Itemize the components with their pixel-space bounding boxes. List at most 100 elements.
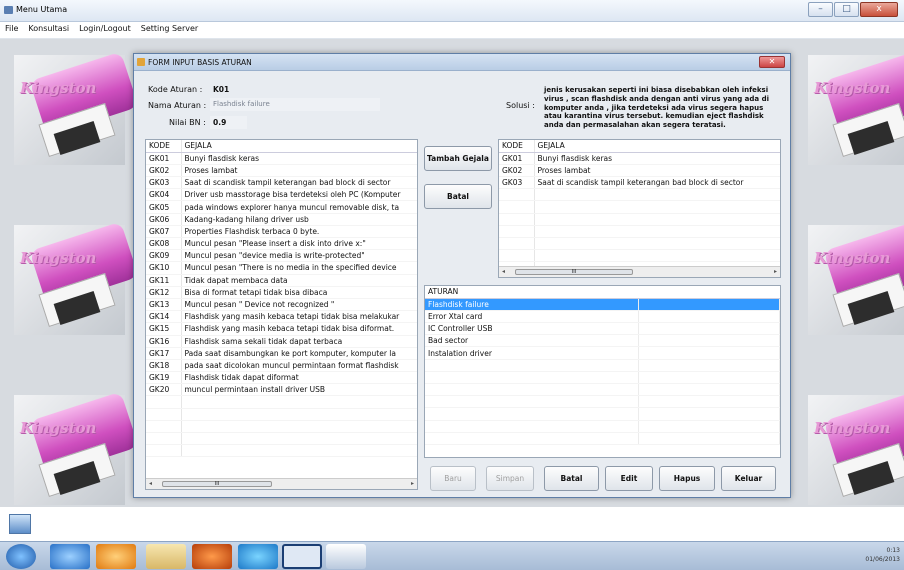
vb-app-icon[interactable] (326, 544, 366, 569)
cell-kode[interactable]: GK01 (146, 152, 182, 165)
cell-gejala[interactable]: muncul permintaan install driver USB (181, 383, 417, 397)
cell-kode[interactable]: GK03 (146, 176, 182, 190)
close-button[interactable]: x (860, 2, 898, 17)
grid-header-kode[interactable]: KODE (499, 140, 535, 153)
folder-icon[interactable] (146, 544, 186, 569)
cell-aturan[interactable]: Instalation driver (425, 346, 639, 360)
cell-gejala[interactable]: Muncul pesan " Device not recognized " (181, 298, 417, 312)
cell-gejala[interactable]: Saat di scandisk tampil keterangan bad b… (534, 176, 780, 190)
cell-gejala[interactable]: Flashdisk yang masih kebaca tetapi tidak… (181, 322, 417, 336)
cell-gejala[interactable]: Proses lambat (181, 164, 417, 178)
tambah-gejala-button[interactable]: Tambah Gejala (424, 146, 492, 171)
table-row[interactable]: Flashdisk failure (425, 298, 780, 311)
table-row[interactable]: GK01 Bunyi flasdisk keras (146, 152, 417, 165)
cell-kode[interactable]: GK16 (146, 335, 182, 348)
minimize-button[interactable]: – (808, 2, 833, 17)
table-row[interactable]: GK02 Proses lambat (499, 164, 780, 178)
cell-gejala[interactable]: Saat di scandisk tampil keterangan bad b… (181, 176, 417, 190)
cell-kode[interactable]: GK20 (146, 383, 182, 397)
cell-gejala[interactable]: Muncul pesan "There is no media in the s… (181, 261, 417, 275)
cell-kode[interactable]: GK15 (146, 322, 182, 336)
table-row[interactable]: GK08 Muncul pesan "Please insert a disk i… (146, 237, 417, 251)
gejala-hscroll[interactable]: ◂ III ▸ (146, 478, 417, 489)
grid-header-aturan[interactable]: ATURAN (425, 286, 639, 299)
cell-gejala[interactable]: Muncul pesan "Please insert a disk into … (181, 237, 417, 251)
cell-gejala[interactable]: Tidak dapat membaca data (181, 274, 417, 287)
gejala-grid[interactable]: KODE GEJALA GK01 Bunyi flasdisk keras GK02 P… (145, 139, 418, 490)
cell-kode[interactable]: GK10 (146, 261, 182, 275)
table-row[interactable]: GK12 Bisa di format tetapi tidak bisa dib… (146, 286, 417, 299)
cell-aturan[interactable]: Flashdisk failure (425, 298, 639, 311)
cell-gejala[interactable]: Proses lambat (534, 164, 780, 178)
maximize-button[interactable]: □ (834, 2, 859, 17)
cell-kode[interactable]: GK02 (146, 164, 182, 178)
grid-header-gejala[interactable]: GEJALA (534, 140, 780, 153)
cell-gejala[interactable]: Bunyi flasdisk keras (534, 152, 780, 165)
table-row[interactable]: GK03 Saat di scandisk tampil keterangan b… (146, 176, 417, 190)
edit-button[interactable]: Edit (605, 466, 653, 491)
table-row[interactable]: GK02 Proses lambat (146, 164, 417, 178)
cell-kode[interactable]: GK08 (146, 237, 182, 251)
table-row[interactable]: GK18 pada saat dicolokan muncul permintaa… (146, 359, 417, 373)
menu-login-logout[interactable]: Login/Logout (74, 22, 136, 33)
selected-gejala-grid[interactable]: KODE GEJALA GK01 Bunyi flasdisk keras GK02 P… (498, 139, 781, 278)
menu-file[interactable]: File (0, 22, 23, 33)
table-row[interactable]: GK05 pada windows explorer hanya muncul r… (146, 200, 417, 214)
table-row[interactable]: GK15 Flashdisk yang masih kebaca tetapi t… (146, 322, 417, 336)
cell-kode[interactable]: GK07 (146, 225, 182, 239)
cell-gejala[interactable]: Properties Flashdisk terbaca 0 byte. (181, 225, 417, 239)
cell-aturan[interactable]: IC Controller USB (425, 322, 639, 336)
table-row[interactable]: GK03 Saat di scandisk tampil keterangan b… (499, 176, 780, 190)
aturan-grid[interactable]: ATURAN Flashdisk failure Error Xtal card I… (424, 285, 781, 458)
cell-kode[interactable]: GK09 (146, 249, 182, 263)
cell-gejala[interactable]: Muncul pesan "device media is write-prot… (181, 249, 417, 263)
cell-kode[interactable]: GK12 (146, 286, 182, 299)
grid-header-kode[interactable]: KODE (146, 140, 182, 153)
cell-kode[interactable]: GK19 (146, 371, 182, 385)
menu-setting-server[interactable]: Setting Server (136, 22, 203, 33)
scroll-thumb[interactable]: III (162, 481, 272, 487)
cell-kode[interactable]: GK18 (146, 359, 182, 373)
hapus-button[interactable]: Hapus (659, 466, 715, 491)
batal-button[interactable]: Batal (544, 466, 599, 491)
keluar-button[interactable]: Keluar (721, 466, 776, 491)
cell-gejala[interactable]: Pada saat disambungkan ke port komputer,… (181, 347, 417, 360)
table-row[interactable]: GK16 Flashdisk sama sekali tidak dapat te… (146, 335, 417, 348)
scroll-thumb[interactable]: III (515, 269, 633, 275)
ie-icon[interactable] (50, 544, 90, 569)
nilai-bn-field[interactable]: 0.9 (210, 116, 247, 129)
cell-gejala[interactable]: Kadang-kadang hilang driver usb (181, 213, 417, 226)
selected-hscroll[interactable]: ◂ III ▸ (499, 266, 780, 277)
cell-kode[interactable]: GK14 (146, 310, 182, 324)
cell-gejala[interactable]: pada saat dicolokan muncul permintaan fo… (181, 359, 417, 373)
cell-kode[interactable]: GK04 (146, 188, 182, 202)
cell-kode[interactable]: GK03 (499, 176, 535, 190)
simpan-button[interactable]: Simpan (486, 466, 534, 491)
table-row[interactable]: IC Controller USB (425, 322, 780, 336)
cell-gejala[interactable]: Flashdisk sama sekali tidak dapat terbac… (181, 335, 417, 348)
table-row[interactable]: GK11 Tidak dapat membaca data (146, 274, 417, 287)
table-row[interactable]: GK14 Flashdisk yang masih kebaca tetapi t… (146, 310, 417, 324)
table-row[interactable]: GK17 Pada saat disambungkan ke port kompu… (146, 347, 417, 360)
table-row[interactable]: GK06 Kadang-kadang hilang driver usb (146, 213, 417, 226)
cell-gejala[interactable]: Flashdisk yang masih kebaca tetapi tidak… (181, 310, 417, 324)
table-row[interactable]: GK13 Muncul pesan " Device not recognized… (146, 298, 417, 312)
skype-icon[interactable] (238, 544, 278, 569)
firefox-icon[interactable] (192, 544, 232, 569)
table-row[interactable]: Bad sector (425, 334, 780, 348)
cell-gejala[interactable]: Driver usb masstorage bisa terdeteksi ol… (181, 188, 417, 202)
baru-button[interactable]: Baru (430, 466, 476, 491)
table-row[interactable]: GK07 Properties Flashdisk terbaca 0 byte. (146, 225, 417, 239)
cell-kode[interactable]: GK02 (499, 164, 535, 178)
cell-kode[interactable]: GK13 (146, 298, 182, 312)
table-row[interactable]: GK09 Muncul pesan "device media is write-… (146, 249, 417, 263)
cell-kode[interactable]: GK11 (146, 274, 182, 287)
menu-konsultasi[interactable]: Konsultasi (23, 22, 74, 33)
cell-kode[interactable]: GK17 (146, 347, 182, 360)
cell-kode[interactable]: GK06 (146, 213, 182, 226)
table-row[interactable]: GK20 muncul permintaan install driver USB (146, 383, 417, 397)
cell-aturan[interactable]: Error Xtal card (425, 310, 639, 324)
table-row[interactable]: Instalation driver (425, 346, 780, 360)
cell-gejala[interactable]: Flashdisk tidak dapat diformat (181, 371, 417, 385)
desktop-shortcut-icon[interactable] (9, 514, 31, 534)
